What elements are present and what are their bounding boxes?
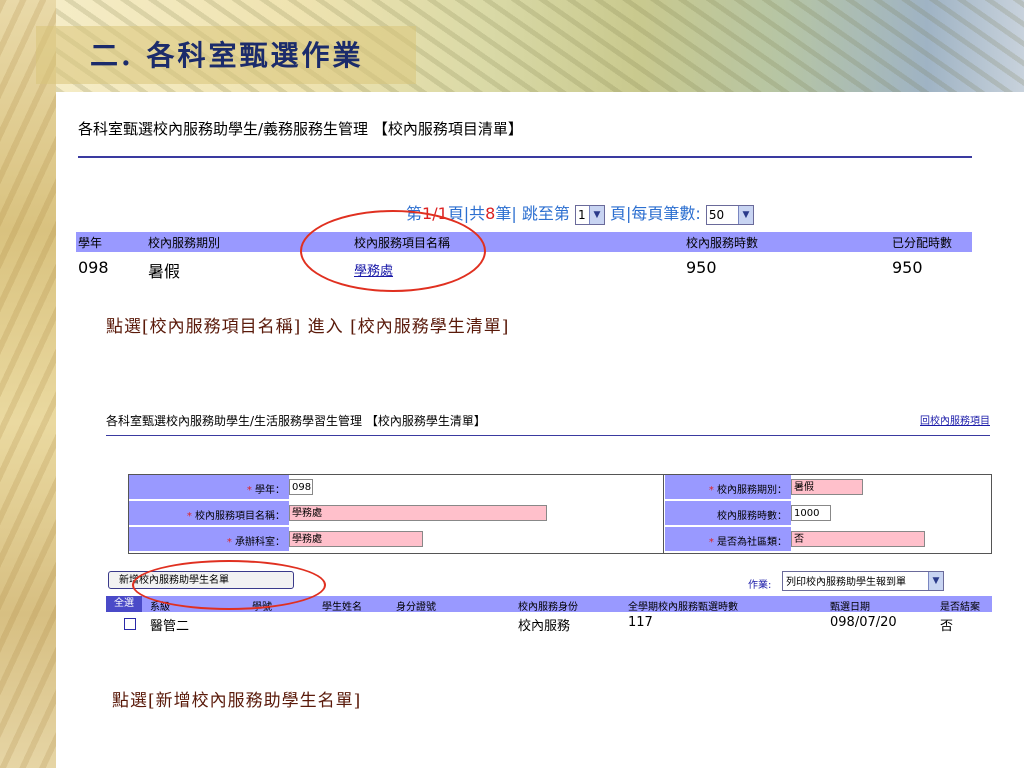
chevron-down-icon: ▼	[588, 205, 604, 224]
col-year: 學年	[78, 236, 103, 250]
header-divider	[78, 156, 972, 158]
period-field[interactable]: 暑假	[791, 479, 863, 495]
page-header: 各科室甄選校內服務助學生/義務服務生管理 【校內服務項目清單】	[78, 120, 523, 138]
col-closed: 是否結案	[940, 602, 980, 613]
page-header: 各科室甄選校內服務助學生/生活服務學習生管理 【校內服務學生清單】	[106, 414, 486, 428]
hours-label: 校內服務時數：	[717, 511, 787, 522]
period-label: * 校內服務期別：	[665, 481, 787, 496]
slide-title: 二. 各科室甄選作業	[90, 39, 364, 72]
select-all-button[interactable]: 全選	[106, 596, 142, 612]
jump-page-select[interactable]: 1 ▼	[574, 204, 605, 225]
community-label: * 是否為社區類：	[665, 533, 787, 548]
year-field[interactable]: 098	[289, 479, 313, 495]
col-student-name: 學生姓名	[322, 602, 362, 613]
service-item-list-screen: 各科室甄選校內服務助學生/義務服務生管理 【校內服務項目清單】 第1/1頁|共8…	[70, 104, 972, 281]
table-header: 學年 校內服務期別 校內服務項目名稱 校內服務時數 已分配時數	[76, 232, 972, 252]
caption-step-1: 點選[校內服務項目名稱] 進入 [校內服務學生清單]	[106, 317, 510, 337]
required-mark: *	[708, 485, 714, 496]
year-label-text: 學年：	[255, 485, 285, 496]
col-selection-date: 甄選日期	[830, 602, 870, 613]
pager-count: 8	[485, 204, 496, 223]
community-field[interactable]: 否	[791, 531, 925, 547]
cell-hours: 950	[686, 258, 717, 277]
cell-allocated: 950	[892, 258, 923, 277]
dept-label: * 承辦科室：	[129, 533, 285, 548]
decorative-left-strip	[0, 0, 56, 768]
required-mark: *	[708, 537, 714, 548]
highlight-circle	[300, 210, 486, 292]
highlight-circle	[132, 560, 326, 610]
cell-closed: 否	[940, 619, 954, 634]
per-page-label: 頁|每頁筆數:	[610, 204, 701, 223]
jump-page-value: 1	[577, 207, 586, 222]
per-page-value: 50	[708, 207, 725, 222]
year-label: * 學年：	[129, 481, 285, 496]
hours-field[interactable]: 1000	[791, 505, 831, 521]
col-period: 校內服務期別	[148, 236, 221, 250]
item-name-label-text: 校內服務項目名稱：	[195, 511, 285, 522]
required-mark: *	[246, 485, 252, 496]
table-row: 098 暑假 學務處 950 950	[76, 254, 972, 281]
col-semester-hours: 全學期校內服務甄選時數	[628, 602, 738, 613]
col-service-identity: 校內服務身份	[518, 602, 578, 613]
cell-class: 醫管二	[150, 619, 190, 634]
required-mark: *	[186, 511, 192, 522]
cell-date: 098/07/20	[830, 615, 897, 630]
item-name-field[interactable]: 學務處	[289, 505, 547, 521]
community-label-text: 是否為社區類：	[717, 537, 787, 548]
col-allocated: 已分配時數	[892, 236, 953, 250]
per-page-select[interactable]: 50 ▼	[705, 204, 754, 225]
cell-year: 098	[78, 258, 109, 277]
operation-label: 作業:	[748, 580, 772, 591]
operation-select[interactable]: 列印校內服務助學生報到單 ▼	[782, 571, 944, 591]
operation-value: 列印校內服務助學生報到單	[786, 577, 906, 588]
dept-field[interactable]: 學務處	[289, 531, 423, 547]
col-hours: 校內服務時數	[686, 236, 759, 250]
chevron-down-icon: ▼	[737, 205, 753, 224]
required-mark: *	[226, 537, 232, 548]
table-row: 醫管二 校內服務 117 098/07/20 否	[106, 614, 992, 634]
pager-suffix: 筆| 跳至第	[495, 204, 570, 223]
dept-label-text: 承辦科室：	[235, 537, 285, 548]
item-name-label: * 校內服務項目名稱：	[129, 507, 285, 522]
row-checkbox[interactable]	[124, 618, 136, 630]
form-divider	[663, 475, 664, 553]
col-id-number: 身分證號	[396, 602, 436, 613]
caption-step-2: 點選[新增校內服務助學生名單]	[112, 691, 362, 711]
cell-hours: 117	[628, 615, 653, 630]
period-label-text: 校內服務期別：	[717, 485, 787, 496]
chevron-down-icon: ▼	[928, 572, 943, 590]
cell-period: 暑假	[148, 262, 181, 281]
back-to-service-items-link[interactable]: 回校內服務項目	[920, 412, 990, 427]
header-divider	[106, 435, 990, 436]
service-info-form: * 學年： 098 * 校內服務項目名稱： 學務處 * 承辦科室： 學務處 * …	[128, 474, 992, 554]
cell-identity: 校內服務	[518, 619, 571, 634]
